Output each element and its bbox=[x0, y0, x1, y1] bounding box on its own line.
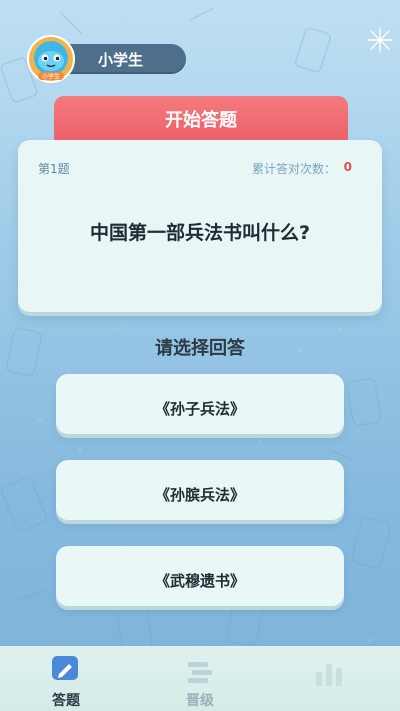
pencil-square-icon[interactable] bbox=[50, 654, 82, 684]
tab-promotion[interactable]: 晋级 bbox=[176, 690, 224, 710]
choose-answer-prompt: 请选择回答 bbox=[155, 338, 245, 359]
question-text: 中国第一部兵法书叫什么? bbox=[89, 222, 311, 244]
correct-count-label: 累计答对次数： bbox=[251, 162, 336, 176]
answer-option-1-label: 《孙子兵法》 bbox=[154, 400, 245, 418]
answer-option-3-label: 《武穆遗书》 bbox=[154, 572, 245, 590]
avatar-badge-text: 小学生 bbox=[42, 73, 60, 81]
start-quiz-label: 开始答题 bbox=[165, 110, 237, 131]
tab-answer[interactable]: 答题 bbox=[46, 690, 86, 710]
snowflake-icon bbox=[367, 27, 393, 53]
question-number: 第1题 bbox=[38, 162, 70, 176]
user-name: 小学生 bbox=[98, 51, 144, 69]
avatar-icon[interactable]: 小学生 bbox=[26, 34, 76, 84]
answer-option-2-label: 《孙膑兵法》 bbox=[154, 486, 245, 504]
correct-count-value: 0 bbox=[343, 160, 352, 174]
ranking-icon[interactable] bbox=[182, 656, 218, 688]
chart-icon[interactable] bbox=[310, 658, 350, 688]
quiz-screen: 小学生 小学生 开始答题 第1题 累计答对次数： 0 中国第一部兵法书叫什么? … bbox=[0, 0, 400, 711]
